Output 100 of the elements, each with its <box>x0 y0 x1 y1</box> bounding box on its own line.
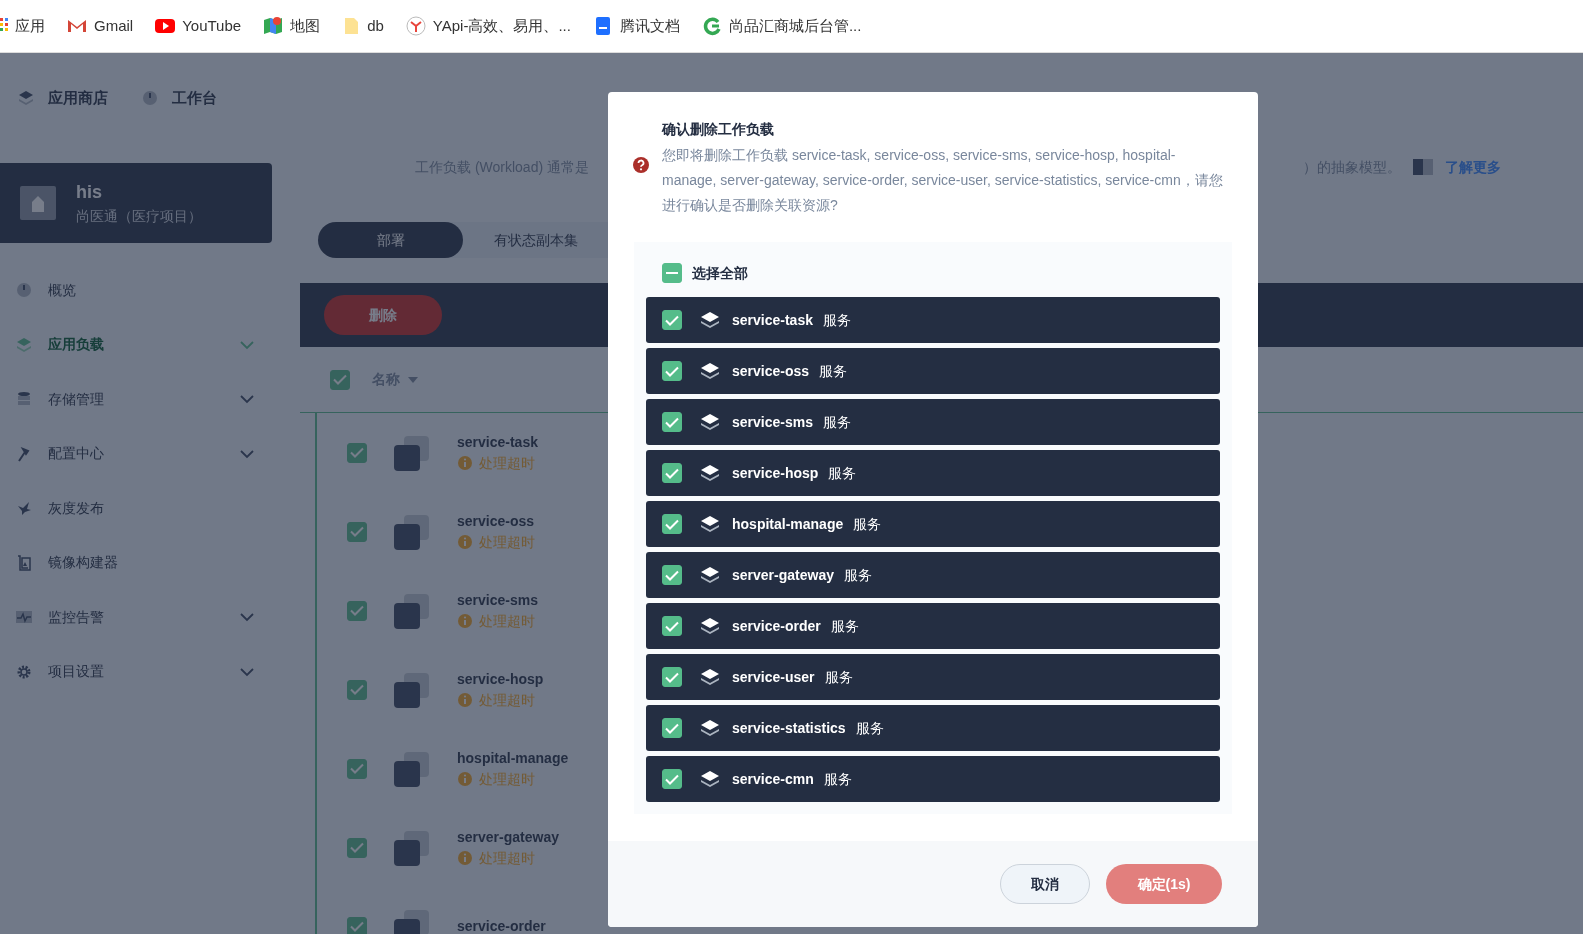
bookmark-link[interactable]: 尚品汇商城后台管... <box>701 14 862 38</box>
check-icon <box>665 671 679 683</box>
check-icon <box>665 416 679 428</box>
checkbox[interactable] <box>662 412 682 432</box>
check-icon <box>350 526 364 537</box>
checkbox[interactable] <box>347 758 367 779</box>
resource-row[interactable]: service-statistics 服务 <box>646 705 1220 751</box>
bookmark-link[interactable]: Gmail <box>67 14 134 38</box>
sidebar-item[interactable]: 监控告警 <box>16 590 254 645</box>
layers-icon <box>16 336 32 353</box>
checkbox[interactable] <box>662 463 682 483</box>
check-icon <box>350 447 364 458</box>
database-icon <box>16 391 32 408</box>
checkbox[interactable] <box>662 565 682 585</box>
check-icon <box>350 684 364 695</box>
learn-more-link[interactable]: 了解更多 <box>1445 156 1501 178</box>
workload-name[interactable]: service-sms <box>457 589 538 611</box>
chevron-down-icon <box>240 339 254 350</box>
resource-row[interactable]: service-sms 服务 <box>646 399 1220 445</box>
layers-icon <box>700 668 720 686</box>
check-icon <box>665 518 679 530</box>
bookmark-link[interactable]: YouTube <box>155 14 242 38</box>
layers-icon <box>18 90 34 106</box>
checkbox[interactable] <box>347 679 367 700</box>
sidebar-item[interactable]: 镜像构建器 <box>16 535 254 590</box>
bookmark-link[interactable]: db <box>342 14 384 38</box>
check-icon <box>350 605 364 616</box>
confirm-button[interactable]: 确定(1s) <box>1106 864 1222 904</box>
checkbox[interactable] <box>662 361 682 381</box>
sidebar-item[interactable]: 项目设置 <box>16 644 254 699</box>
resource-name: service-order <box>732 616 821 636</box>
video-play-icon <box>155 16 176 36</box>
checkbox[interactable] <box>347 837 367 858</box>
checkbox[interactable] <box>662 514 682 534</box>
resource-name: service-hosp <box>732 463 819 483</box>
resource-type: 服务 <box>843 565 872 585</box>
resource-type: 服务 <box>824 667 853 687</box>
checkbox[interactable] <box>347 521 367 542</box>
workload-name[interactable]: service-order <box>457 916 546 934</box>
resource-row[interactable]: service-user 服务 <box>646 654 1220 700</box>
checkbox[interactable] <box>347 442 367 463</box>
sidebar-item[interactable]: 存储管理 <box>16 372 254 427</box>
workload-name[interactable]: hospital-manage <box>457 747 569 769</box>
chevron-down-icon <box>240 612 254 623</box>
top-nav-link[interactable]: 工作台 <box>142 86 217 110</box>
resource-name: server-gateway <box>732 565 834 585</box>
resource-name: service-task <box>732 310 813 330</box>
layers-icon <box>700 464 720 482</box>
check-icon <box>333 374 347 385</box>
status-text: 处理超时 <box>479 611 535 631</box>
chevron-down-icon <box>240 666 254 677</box>
workload-name[interactable]: service-task <box>457 431 538 453</box>
resource-name: service-sms <box>732 412 813 432</box>
checkbox[interactable] <box>662 667 682 687</box>
project-card[interactable]: his 尚医通（医疗项目） <box>0 163 272 243</box>
delete-button[interactable]: 删除 <box>324 295 442 335</box>
workload-name[interactable]: server-gateway <box>457 826 559 848</box>
info-icon <box>457 534 473 550</box>
check-icon <box>665 467 679 479</box>
sidebar-item[interactable]: 应用负载 <box>16 317 254 372</box>
checkbox[interactable] <box>347 600 367 621</box>
bookmark-link[interactable]: YApi-高效、易用、... <box>405 14 571 38</box>
resource-row[interactable]: service-cmn 服务 <box>646 756 1220 802</box>
resource-name: hospital-manage <box>732 514 844 534</box>
check-icon <box>350 842 364 853</box>
workload-name[interactable]: service-oss <box>457 510 535 532</box>
layers-icon <box>700 617 720 635</box>
checkbox[interactable] <box>662 616 682 636</box>
resource-row[interactable]: hospital-manage 服务 <box>646 501 1220 547</box>
resource-row[interactable]: server-gateway 服务 <box>646 552 1220 598</box>
checkbox[interactable] <box>662 769 682 789</box>
resource-row[interactable]: service-task 服务 <box>646 297 1220 343</box>
layers-icon <box>700 719 720 737</box>
sidebar-item[interactable]: 配置中心 <box>16 426 254 481</box>
sidebar-item[interactable]: 灰度发布 <box>16 481 254 536</box>
resource-row[interactable]: service-oss 服务 <box>646 348 1220 394</box>
resource-row[interactable]: service-hosp 服务 <box>646 450 1220 496</box>
checkbox[interactable] <box>662 263 682 283</box>
tab[interactable]: 部署 <box>318 222 463 258</box>
layers-icon <box>700 770 720 788</box>
bookmark-link[interactable]: 地图 <box>263 14 321 38</box>
check-icon <box>665 314 679 326</box>
tab[interactable]: 有状态副本集 <box>463 222 608 258</box>
top-nav-link[interactable]: 应用商店 <box>18 86 108 110</box>
workload-name[interactable]: service-hosp <box>457 668 544 690</box>
resource-name: service-statistics <box>732 718 846 738</box>
info-icon <box>457 613 473 629</box>
layers-icon <box>700 362 720 380</box>
bookmark-link[interactable]: 腾讯文档 <box>592 14 680 38</box>
checkbox[interactable] <box>662 718 682 738</box>
bookmark-link[interactable]: 应用 <box>0 14 45 38</box>
cancel-button[interactable]: 取消 <box>1000 864 1090 904</box>
status-text: 处理超时 <box>479 690 535 710</box>
checkbox[interactable] <box>662 310 682 330</box>
hammer-icon <box>16 445 32 462</box>
checkbox[interactable] <box>347 916 367 934</box>
checkbox[interactable] <box>330 369 350 390</box>
sidebar-item[interactable]: 概览 <box>16 263 254 318</box>
resource-row[interactable]: service-order 服务 <box>646 603 1220 649</box>
chevron-down-icon <box>240 394 254 405</box>
